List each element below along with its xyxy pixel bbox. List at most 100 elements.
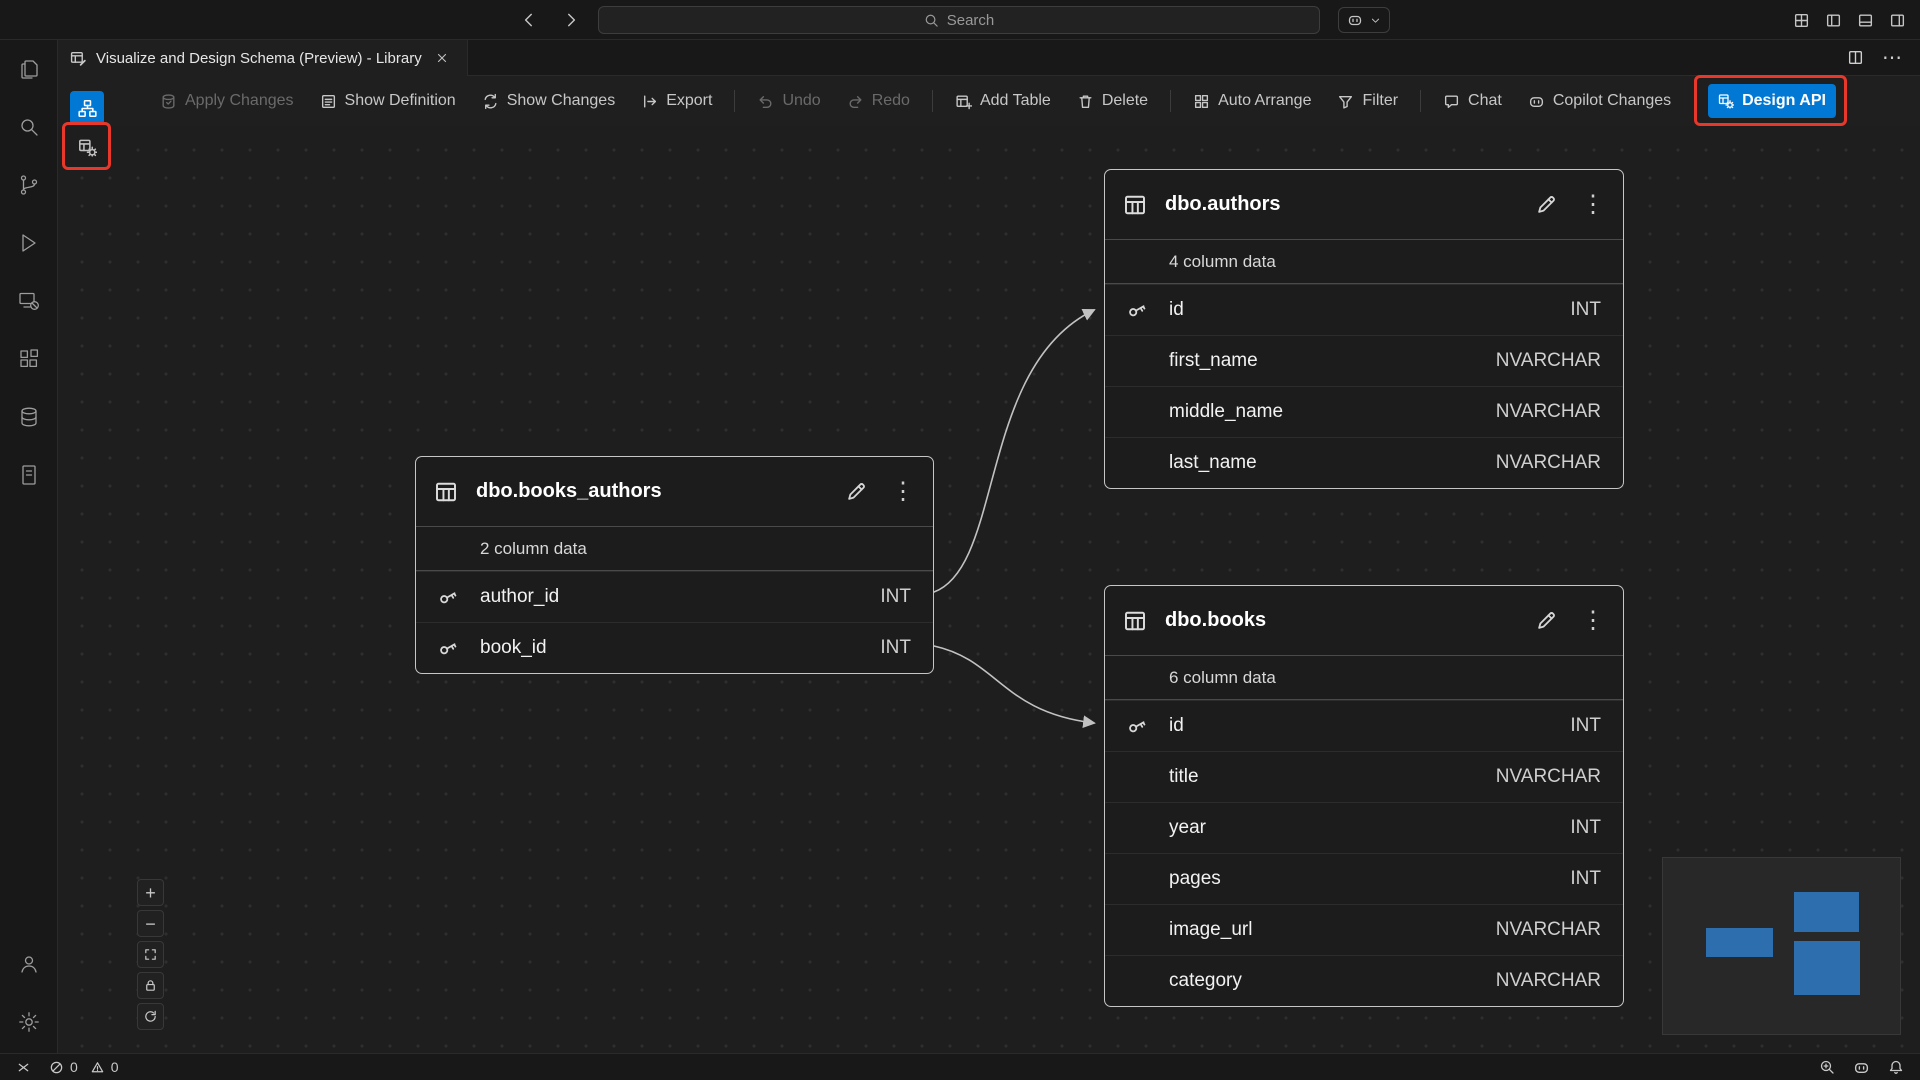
toolbar-label: Auto Arrange bbox=[1218, 92, 1311, 110]
copilot-icon[interactable] bbox=[1853, 1059, 1870, 1076]
remote-indicator[interactable] bbox=[16, 1060, 31, 1075]
export-button[interactable]: Export bbox=[628, 92, 725, 110]
schema-diagram-view-button[interactable] bbox=[70, 91, 104, 125]
files-icon bbox=[17, 57, 41, 81]
toolbar-label: Copilot Changes bbox=[1553, 92, 1671, 110]
reset-view-button[interactable] bbox=[137, 1003, 164, 1030]
table-card-dbo-authors[interactable]: dbo.authors ⋮ 4 column data id INT bbox=[1104, 169, 1624, 489]
toggle-sidebar-right-icon[interactable] bbox=[1889, 12, 1906, 29]
chat-button[interactable]: Chat bbox=[1430, 92, 1515, 110]
column-type: NVARCHAR bbox=[1496, 401, 1601, 423]
sidebar-item-settings[interactable] bbox=[0, 993, 58, 1051]
table-row[interactable]: first_name NVARCHAR bbox=[1105, 335, 1623, 386]
column-type: NVARCHAR bbox=[1496, 970, 1601, 992]
lock-icon bbox=[143, 978, 158, 993]
table-subtitle: 4 column data bbox=[1105, 240, 1623, 284]
copilot-chat-button[interactable] bbox=[1338, 7, 1390, 33]
toggle-sidebar-left-icon[interactable] bbox=[1825, 12, 1842, 29]
remote-icon bbox=[16, 1060, 31, 1075]
forward-button[interactable] bbox=[562, 11, 580, 29]
table-row[interactable]: author_id INT bbox=[416, 571, 933, 622]
column-name: last_name bbox=[1169, 452, 1257, 474]
column-type: INT bbox=[880, 586, 911, 608]
chat-icon bbox=[1443, 93, 1460, 110]
zoom-in-button[interactable]: + bbox=[137, 879, 164, 906]
fit-view-button[interactable] bbox=[137, 941, 164, 968]
status-bar: 0 0 bbox=[0, 1053, 1920, 1080]
sidebar-item-explorer[interactable] bbox=[0, 40, 58, 98]
primary-key-icon bbox=[416, 637, 480, 659]
design-api-button[interactable]: Design API bbox=[1708, 84, 1836, 118]
toolbar-separator bbox=[734, 90, 735, 112]
split-editor-icon[interactable] bbox=[1847, 49, 1864, 66]
bell-icon[interactable] bbox=[1888, 1059, 1904, 1075]
sidebar-item-database-projects[interactable] bbox=[0, 446, 58, 504]
sidebar-item-extensions[interactable] bbox=[0, 330, 58, 388]
zoom-out-button[interactable]: − bbox=[137, 910, 164, 937]
sidebar-item-run-debug[interactable] bbox=[0, 214, 58, 272]
delete-button[interactable]: Delete bbox=[1064, 92, 1161, 110]
filter-button[interactable]: Filter bbox=[1324, 92, 1411, 110]
table-row[interactable]: title NVARCHAR bbox=[1105, 751, 1623, 802]
sidebar-item-search[interactable] bbox=[0, 98, 58, 156]
sidebar-item-remote-explorer[interactable] bbox=[0, 272, 58, 330]
sidebar-item-source-control[interactable] bbox=[0, 156, 58, 214]
apply-changes-button[interactable]: Apply Changes bbox=[147, 92, 307, 110]
column-type: INT bbox=[1570, 299, 1601, 321]
copilot-changes-button[interactable]: Copilot Changes bbox=[1515, 92, 1684, 110]
add-table-button[interactable]: Add Table bbox=[942, 92, 1064, 110]
toggle-panel-icon[interactable] bbox=[1857, 12, 1874, 29]
vscode-window: Search bbox=[0, 0, 1920, 1080]
design-api-label: Design API bbox=[1742, 92, 1826, 110]
export-icon bbox=[641, 93, 658, 110]
table-menu-button[interactable]: ⋮ bbox=[1581, 193, 1605, 217]
table-card-header: dbo.books_authors ⋮ bbox=[416, 457, 933, 527]
table-row[interactable]: pages INT bbox=[1105, 853, 1623, 904]
show-changes-button[interactable]: Show Changes bbox=[469, 92, 629, 110]
column-name: book_id bbox=[480, 637, 547, 659]
tab-schema-designer[interactable]: Visualize and Design Schema (Preview) - … bbox=[58, 40, 468, 76]
diagram-minimap[interactable] bbox=[1662, 857, 1901, 1035]
table-row[interactable]: last_name NVARCHAR bbox=[1105, 437, 1623, 488]
close-icon[interactable] bbox=[435, 51, 449, 65]
warning-icon bbox=[90, 1060, 105, 1075]
problems-indicator[interactable]: 0 0 bbox=[49, 1059, 119, 1075]
undo-button[interactable]: Undo bbox=[744, 92, 833, 110]
warning-count: 0 bbox=[111, 1059, 119, 1075]
customize-layout-icon[interactable] bbox=[1793, 12, 1810, 29]
table-icon bbox=[1123, 609, 1147, 633]
lock-button[interactable] bbox=[137, 972, 164, 999]
table-row[interactable]: category NVARCHAR bbox=[1105, 955, 1623, 1006]
redo-button[interactable]: Redo bbox=[834, 92, 923, 110]
auto-arrange-button[interactable]: Auto Arrange bbox=[1180, 92, 1324, 110]
schema-canvas[interactable]: dbo.books_authors ⋮ 2 column data author… bbox=[58, 126, 1920, 1053]
edit-table-button[interactable] bbox=[1535, 194, 1557, 216]
designer-toolbar: Apply Changes Show Definition Show Chang… bbox=[58, 76, 1920, 126]
column-name: author_id bbox=[480, 586, 559, 608]
error-count: 0 bbox=[70, 1059, 78, 1075]
table-row[interactable]: image_url NVARCHAR bbox=[1105, 904, 1623, 955]
toolbar-label: Show Changes bbox=[507, 92, 616, 110]
more-actions-icon[interactable]: ⋯ bbox=[1882, 48, 1902, 68]
canvas-zoom-controls: + − bbox=[137, 879, 164, 1030]
table-menu-button[interactable]: ⋮ bbox=[891, 480, 915, 504]
table-designer-button[interactable] bbox=[70, 130, 104, 164]
edit-table-button[interactable] bbox=[1535, 610, 1557, 632]
table-row[interactable]: id INT bbox=[1105, 700, 1623, 751]
filter-icon bbox=[1337, 93, 1354, 110]
edit-table-button[interactable] bbox=[845, 481, 867, 503]
table-card-dbo-books-authors[interactable]: dbo.books_authors ⋮ 2 column data author… bbox=[415, 456, 934, 674]
command-center-search[interactable]: Search bbox=[598, 6, 1320, 34]
show-definition-button[interactable]: Show Definition bbox=[307, 92, 469, 110]
table-row[interactable]: book_id INT bbox=[416, 622, 933, 673]
sidebar-item-sql-server[interactable] bbox=[0, 388, 58, 446]
table-card-dbo-books[interactable]: dbo.books ⋮ 6 column data id INT bbox=[1104, 585, 1624, 1007]
table-row[interactable]: id INT bbox=[1105, 284, 1623, 335]
sidebar-item-accounts[interactable] bbox=[0, 935, 58, 993]
table-row[interactable]: year INT bbox=[1105, 802, 1623, 853]
primary-key-icon bbox=[1105, 715, 1169, 737]
table-menu-button[interactable]: ⋮ bbox=[1581, 609, 1605, 633]
table-row[interactable]: middle_name NVARCHAR bbox=[1105, 386, 1623, 437]
back-button[interactable] bbox=[520, 11, 538, 29]
zoom-icon[interactable] bbox=[1819, 1059, 1835, 1075]
